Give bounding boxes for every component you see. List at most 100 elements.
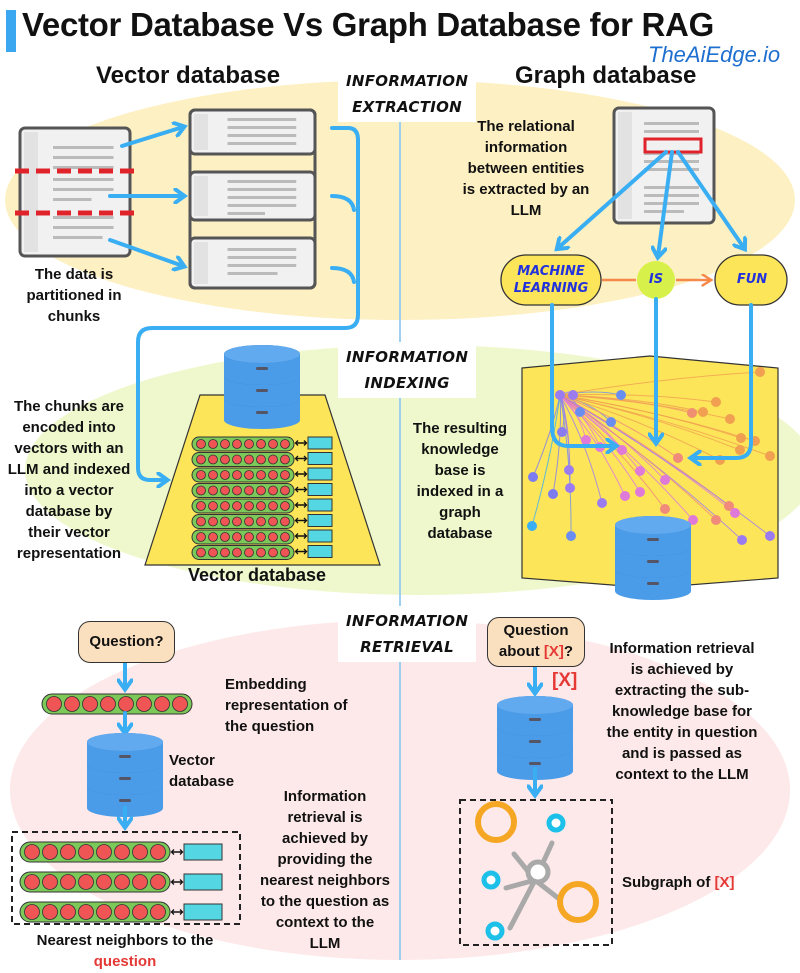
knowledge-graph-node	[711, 515, 721, 525]
stage-extraction-line1: INFORMATION	[346, 72, 469, 90]
knowledge-graph-node	[735, 445, 745, 455]
neighbor-chunk-box	[183, 843, 223, 861]
document-text-line	[227, 272, 278, 275]
vector-dot	[78, 844, 94, 860]
vector-dot	[78, 874, 94, 890]
vector-dot	[232, 470, 242, 480]
subgraph-entity-node	[557, 881, 599, 923]
graph-db-icon	[615, 516, 691, 600]
vector-bar	[191, 529, 295, 545]
note-line: Vector	[169, 752, 215, 769]
neighbor-chunk-box	[183, 903, 223, 921]
document-binding	[24, 132, 38, 252]
knowledge-graph-node	[660, 504, 670, 514]
knowledge-graph-node	[765, 451, 775, 461]
chunk-document-icon-3	[188, 236, 317, 290]
knowledge-graph-node	[548, 489, 558, 499]
vector-dot	[24, 844, 40, 860]
document-text-line	[53, 156, 114, 159]
vector-dot	[280, 532, 290, 542]
knowledge-graph-node	[597, 498, 607, 508]
document-text-line	[227, 180, 297, 183]
document-frame	[188, 108, 317, 156]
vector-dot	[60, 844, 76, 860]
stage-indexing-line1: INFORMATION	[346, 348, 469, 366]
note-line: indexed in a	[416, 483, 504, 500]
vector-db-caption: Vector database	[188, 565, 327, 585]
vector-db-icon	[224, 345, 300, 429]
vector-bar	[191, 498, 295, 514]
vector-dot	[24, 874, 40, 890]
entity-line: LEARNING	[513, 281, 589, 296]
knowledge-graph-node	[566, 531, 576, 541]
indexed-vector-row	[191, 467, 295, 483]
vector-dot	[268, 485, 278, 496]
vector-dot	[280, 439, 290, 449]
vector-dot	[256, 501, 266, 511]
database-indicator	[647, 560, 659, 563]
note-line: chunks	[47, 308, 101, 325]
vector-column-title: Vector database	[96, 62, 281, 89]
knowledge-graph-node	[527, 521, 537, 531]
note-line: LLM	[510, 202, 542, 219]
vector-dot	[220, 439, 230, 449]
document-text-line	[644, 130, 699, 133]
database-indicator	[647, 582, 659, 585]
vector-dot	[280, 516, 290, 527]
document-frame	[188, 236, 317, 290]
note-line: is extracted by an	[462, 181, 590, 198]
document-text-line	[227, 196, 297, 199]
knowledge-graph-node	[698, 407, 708, 417]
note-line: graph	[439, 504, 481, 521]
vector-dot	[196, 547, 206, 558]
vector-dot	[60, 904, 76, 920]
document-text-line	[644, 202, 699, 205]
document-text-line	[227, 142, 297, 145]
note-line: LLM and indexed	[7, 461, 131, 478]
vector-extraction-note: The data is partitioned in chunks	[14, 264, 134, 327]
note-line: context to the	[275, 914, 375, 931]
document-text-line	[53, 236, 103, 239]
graph-extraction-note: The relational information between entit…	[452, 116, 600, 221]
chunk-document-icon-1	[188, 108, 317, 156]
vector-bar	[191, 436, 295, 452]
document-text-line	[227, 248, 297, 251]
document-text-line	[227, 212, 265, 215]
vector-dot	[256, 516, 266, 527]
knowledge-graph-node	[687, 408, 697, 418]
vector-dot	[208, 439, 218, 449]
vector-dot	[118, 696, 134, 712]
database-indicator	[119, 799, 131, 802]
vector-dot	[232, 485, 242, 496]
note-line: The chunks are	[13, 398, 125, 415]
database-indicator	[256, 411, 268, 414]
vector-dot	[220, 532, 230, 542]
document-text-line	[227, 118, 297, 121]
document-text-line	[53, 216, 114, 219]
vector-dot	[244, 454, 254, 465]
note-line: The resulting	[412, 420, 508, 437]
vector-dot	[46, 696, 62, 712]
vector-dot	[220, 516, 230, 527]
vector-dot	[208, 485, 218, 496]
database-indicator	[256, 367, 268, 370]
document-text-line	[53, 226, 114, 229]
indexed-vector-row	[191, 529, 295, 545]
entity-line: MACHINE	[517, 264, 585, 279]
note-line: the entity in question	[606, 724, 758, 741]
vector-dot	[232, 547, 242, 558]
note-line: retrieval is	[287, 809, 363, 826]
vector-dot	[268, 470, 278, 480]
document-text-line	[227, 188, 297, 191]
knowledge-graph-node	[711, 397, 721, 407]
vector-dot	[220, 547, 230, 558]
vector-dot	[196, 439, 206, 449]
vector-dot	[280, 485, 290, 496]
vector-dot	[132, 874, 148, 890]
vector-dot	[172, 696, 188, 712]
question-suffix: ?	[563, 643, 574, 660]
vector-dot	[256, 454, 266, 465]
vector-dot	[208, 547, 218, 558]
vector-dot	[208, 516, 218, 527]
indexed-chunk-box	[307, 452, 333, 465]
